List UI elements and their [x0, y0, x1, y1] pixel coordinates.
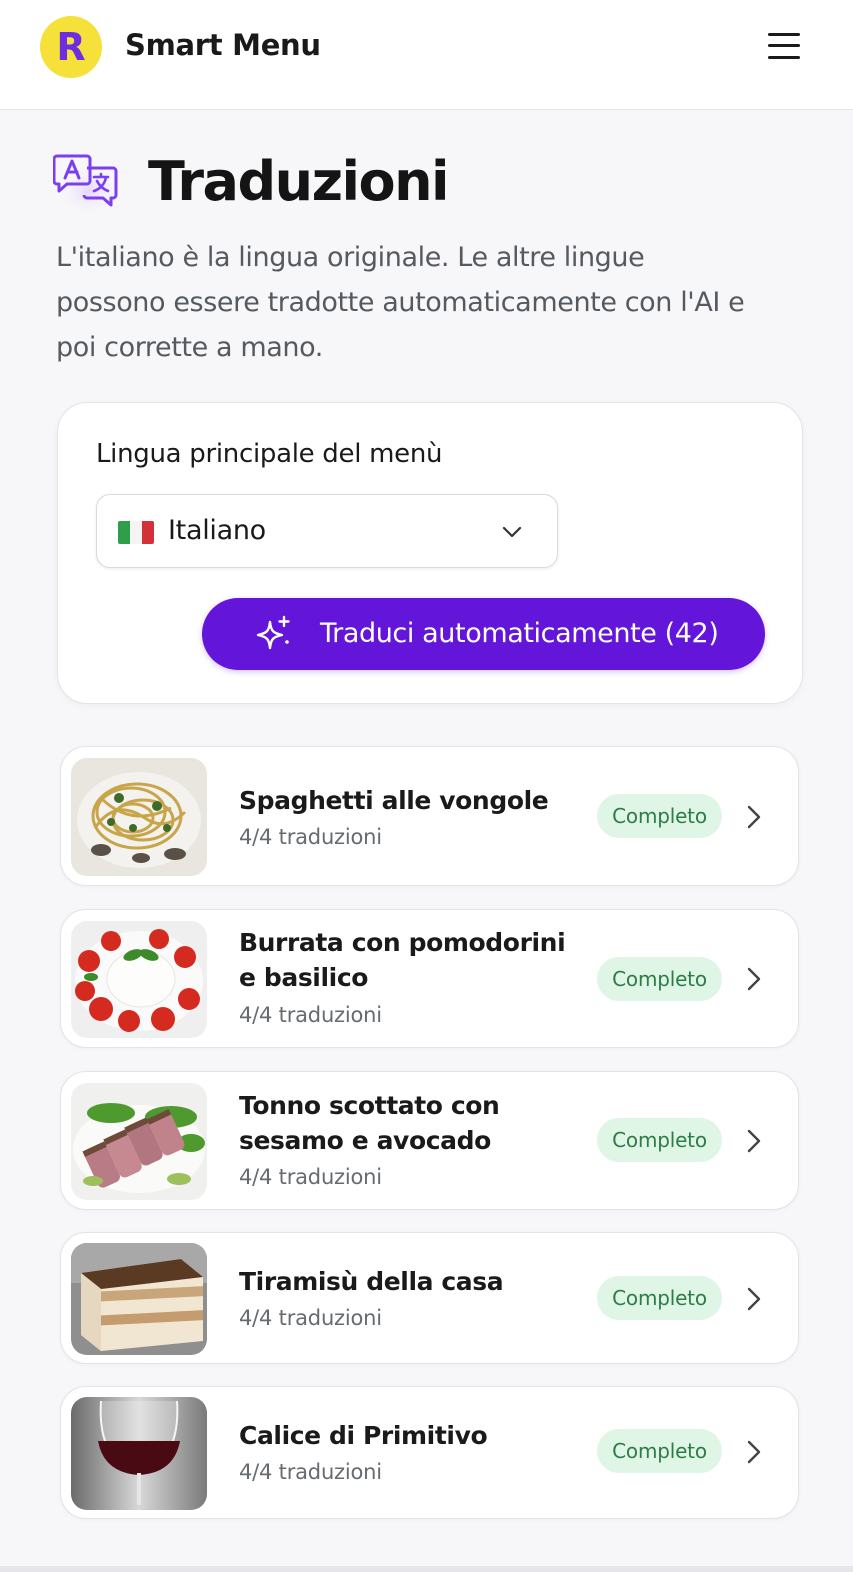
auto-translate-button[interactable]: Traduci automaticamente (42): [202, 598, 765, 670]
dish-translation-count: 4/4 traduzioni: [239, 1165, 382, 1189]
spaghetti-image: [71, 758, 207, 876]
app-title: Smart Menu: [125, 28, 321, 62]
status-badge: Completo: [597, 794, 722, 838]
chevron-right-icon: [747, 1129, 761, 1153]
chevron-right-icon: [747, 1440, 761, 1464]
dish-name: Tiramisù della casa: [239, 1267, 504, 1296]
tuna-image: [71, 1083, 207, 1200]
hamburger-menu-icon[interactable]: [764, 30, 804, 62]
dish-card[interactable]: Tonno scottato con sesamo e avocado 4/4 …: [60, 1071, 799, 1210]
page-description: L'italiano è la lingua originale. Le alt…: [56, 242, 745, 363]
dish-name: Burrata con pomodorini e basilico: [239, 928, 566, 992]
status-badge: Completo: [597, 1276, 722, 1320]
red-wine-image: [71, 1397, 207, 1510]
dish-translation-count: 4/4 traduzioni: [239, 1306, 382, 1330]
dish-translation-count: 4/4 traduzioni: [239, 1003, 382, 1027]
dish-name: Spaghetti alle vongole: [239, 786, 549, 815]
dish-card[interactable]: Burrata con pomodorini e basilico 4/4 tr…: [60, 909, 799, 1048]
app-logo[interactable]: R: [40, 16, 102, 78]
bottom-divider: [0, 1566, 853, 1572]
app-header: R Smart Menu: [0, 0, 853, 110]
chevron-down-icon: [502, 526, 522, 538]
status-badge: Completo: [597, 1429, 722, 1473]
language-label: Lingua principale del menù: [96, 439, 443, 469]
tiramisu-image: [71, 1243, 207, 1355]
language-settings-card: Lingua principale del menù Italiano Trad…: [57, 402, 803, 704]
language-value: Italiano: [168, 515, 266, 546]
dish-name: Tonno scottato con sesamo e avocado: [239, 1091, 500, 1155]
page-title: Traduzioni: [148, 150, 450, 213]
status-badge: Completo: [597, 1118, 722, 1162]
sparkle-icon: [256, 615, 290, 650]
chevron-right-icon: [747, 805, 761, 829]
dish-name: Calice di Primitivo: [239, 1421, 488, 1450]
language-select[interactable]: Italiano: [96, 494, 558, 568]
dish-card[interactable]: Calice di Primitivo 4/4 traduzioni Compl…: [60, 1386, 799, 1519]
translate-icon: [53, 154, 121, 212]
italy-flag-icon: [118, 521, 154, 544]
dish-translation-count: 4/4 traduzioni: [239, 825, 382, 849]
dish-card[interactable]: Spaghetti alle vongole 4/4 traduzioni Co…: [60, 746, 799, 886]
burrata-image: [71, 921, 207, 1038]
auto-translate-label: Traduci automaticamente (42): [320, 618, 719, 649]
dish-translation-count: 4/4 traduzioni: [239, 1460, 382, 1484]
status-badge: Completo: [597, 957, 722, 1001]
dish-card[interactable]: Tiramisù della casa 4/4 traduzioni Compl…: [60, 1232, 799, 1364]
chevron-right-icon: [747, 1287, 761, 1311]
chevron-right-icon: [747, 967, 761, 991]
